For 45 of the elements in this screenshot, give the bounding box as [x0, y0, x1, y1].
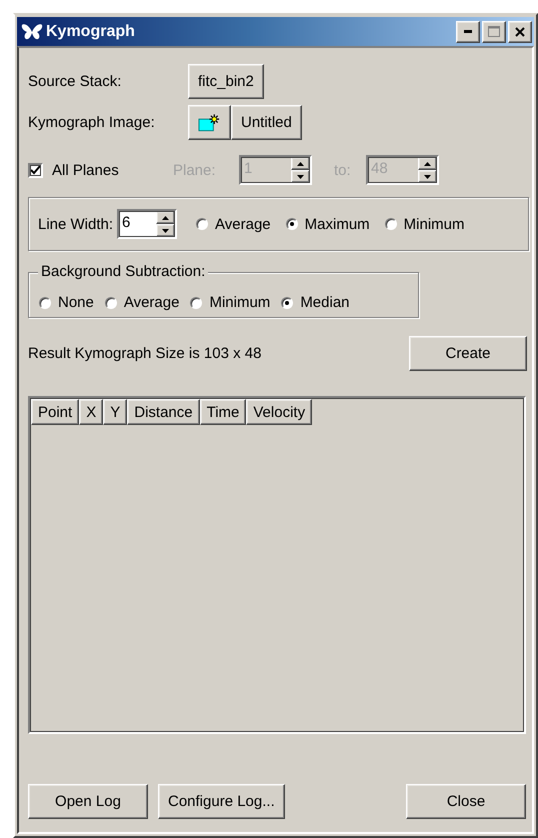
column-header[interactable]: Distance: [127, 399, 200, 425]
maximize-icon: [488, 26, 500, 37]
column-header[interactable]: Time: [200, 399, 246, 425]
radio-label: Average: [215, 216, 271, 232]
new-image-icon: [198, 112, 221, 132]
source-stack-button[interactable]: fitc_bin2: [188, 64, 264, 99]
new-image-button[interactable]: [188, 105, 231, 140]
radio-label: Minimum: [404, 216, 465, 232]
radio-button[interactable]: [190, 296, 202, 308]
radio-button[interactable]: [384, 218, 397, 230]
close-button[interactable]: [508, 20, 532, 42]
image-name-button[interactable]: Untitled: [231, 105, 302, 140]
field-label: Kymograph Image:: [28, 114, 156, 131]
column-header[interactable]: Velocity: [246, 399, 312, 425]
checkbox-label: All Planes: [52, 162, 120, 178]
checkbox[interactable]: [28, 162, 43, 178]
field-label: Source Stack:: [28, 73, 122, 90]
group-title: Background Subtraction:: [38, 263, 208, 280]
status-text: Result Kymograph Size is 103 x 48: [28, 345, 262, 362]
dialog-button[interactable]: Open Log: [28, 784, 148, 819]
spin-arrows-icon[interactable]: [156, 211, 176, 237]
column-header[interactable]: Y: [103, 399, 128, 425]
radio-button[interactable]: [196, 218, 208, 230]
minimize-button[interactable]: [456, 20, 480, 42]
column-header[interactable]: X: [79, 399, 104, 425]
spin-field[interactable]: 6: [117, 209, 178, 239]
radio-button[interactable]: [104, 296, 117, 308]
field-label: Line Width:: [38, 216, 114, 232]
column-header[interactable]: Point: [31, 399, 80, 425]
radio-label: Maximum: [304, 216, 370, 232]
dialog-button[interactable]: Configure Log...: [158, 784, 285, 819]
close-icon: [515, 26, 525, 36]
create-button[interactable]: Create: [409, 336, 527, 371]
radio-label: Minimum: [209, 294, 270, 311]
dialog-button[interactable]: Close: [406, 784, 526, 819]
radio-button[interactable]: [39, 296, 51, 308]
maximize-button[interactable]: [482, 20, 506, 42]
radio-label: Median: [300, 294, 350, 311]
butterfly-icon: [21, 22, 43, 40]
radio-label: Average: [124, 294, 180, 311]
minimize-icon: [464, 30, 472, 33]
radio-label: None: [58, 294, 94, 311]
radio-button[interactable]: [286, 218, 298, 230]
window-title: Kymograph: [46, 22, 135, 40]
radio-button[interactable]: [281, 296, 294, 308]
